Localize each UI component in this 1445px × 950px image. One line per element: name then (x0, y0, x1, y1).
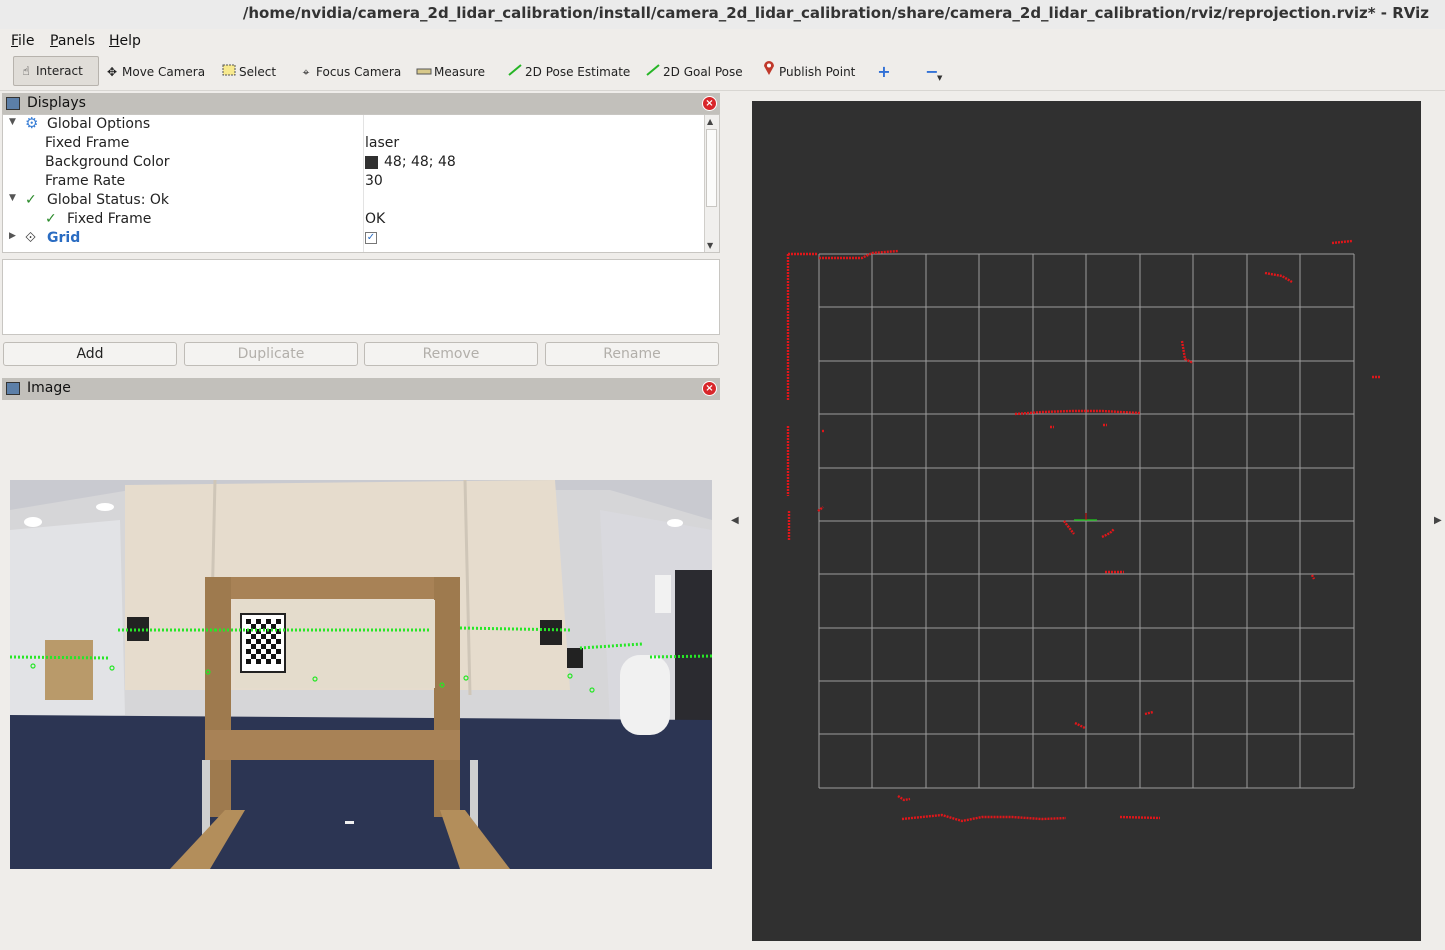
green-arrow-icon (507, 59, 523, 85)
duplicate-display-button[interactable]: Duplicate (184, 342, 358, 366)
scrollbar-thumb[interactable] (706, 129, 717, 207)
property-description-box (2, 259, 720, 335)
grid-icon: ⟐ (25, 230, 37, 246)
monitor-icon (6, 97, 20, 110)
checkmark-icon: ✓ (25, 192, 37, 208)
select-box-icon (221, 59, 237, 85)
scroll-up-arrow-icon[interactable]: ▲ (707, 117, 713, 126)
image-panel-header: Image × (2, 378, 720, 400)
image-icon (6, 382, 20, 395)
tree-row-status-fixed-frame[interactable]: ✓ Fixed Frame OK (3, 210, 706, 229)
move-icon: ✥ (106, 65, 118, 79)
tree-row-global-options[interactable]: ▼ ⚙ Global Options (3, 115, 706, 134)
goal-pose-tool-button[interactable]: 2D Goal Pose (641, 59, 749, 85)
expand-arrow-icon[interactable]: ▼ (9, 193, 16, 203)
tree-row-global-status[interactable]: ▼ ✓ Global Status: Ok (3, 191, 706, 210)
ruler-icon (416, 59, 432, 85)
plus-icon: + (877, 62, 891, 81)
displays-panel-header: Displays × (2, 93, 720, 115)
remove-display-button[interactable]: Remove (364, 342, 538, 366)
close-icon[interactable]: × (702, 381, 717, 396)
window-title: /home/nvidia/camera_2d_lidar_calibration… (242, 4, 1429, 22)
tools-toolbar: ☝ Interact ✥ Move Camera Select ⌖ Focus Cam… (0, 53, 1445, 91)
move-camera-tool-button[interactable]: ✥ Move Camera (100, 59, 211, 85)
add-display-button[interactable]: Add (3, 342, 177, 366)
gear-icon: ⚙ (25, 114, 39, 132)
tree-row-fixed-frame[interactable]: Fixed Frame laser (3, 134, 706, 153)
focus-camera-tool-button[interactable]: ⌖ Focus Camera (294, 59, 407, 85)
remove-tool-button[interactable]: − ▼ (920, 59, 948, 85)
pose-estimate-tool-button[interactable]: 2D Pose Estimate (503, 59, 636, 85)
displays-scrollbar[interactable]: ▲ ▼ (704, 115, 719, 252)
displays-panel-title: Displays (27, 95, 86, 111)
map-pin-icon (761, 59, 777, 85)
menu-panels[interactable]: Panels (50, 33, 95, 49)
window-titlebar: /home/nvidia/camera_2d_lidar_calibration… (0, 0, 1445, 29)
select-tool-button[interactable]: Select (217, 59, 282, 85)
close-icon[interactable]: × (702, 96, 717, 111)
collapsed-arrow-icon[interactable]: ▶ (9, 231, 16, 241)
collapse-left-arrow-icon[interactable]: ◀ (731, 515, 739, 526)
render-3d-view[interactable] (752, 101, 1421, 941)
hand-icon: ☝ (22, 64, 30, 78)
camera-image (10, 480, 712, 869)
tree-row-grid[interactable]: ▶ ⟐ Grid ✓ (3, 229, 706, 248)
checkmark-icon: ✓ (45, 211, 57, 227)
menu-help[interactable]: Help (109, 33, 141, 49)
interact-tool-button[interactable]: ☝ Interact (13, 56, 99, 86)
crosshair-icon: ⌖ (302, 65, 310, 79)
publish-point-tool-button[interactable]: Publish Point (757, 59, 861, 85)
measure-tool-button[interactable]: Measure (412, 59, 491, 85)
green-arrow-icon (645, 59, 661, 85)
tree-row-frame-rate[interactable]: Frame Rate 30 (3, 172, 706, 191)
collapse-right-arrow-icon[interactable]: ▶ (1434, 515, 1442, 526)
scroll-down-arrow-icon[interactable]: ▼ (707, 241, 713, 250)
add-tool-button[interactable]: + (872, 59, 900, 85)
dropdown-arrow-icon: ▼ (937, 74, 943, 82)
menubar: File Panels Help (0, 29, 1445, 53)
color-swatch[interactable] (365, 156, 378, 169)
image-panel-title: Image (27, 380, 71, 396)
menu-file[interactable]: File (11, 33, 34, 49)
tree-row-background-color[interactable]: Background Color 48; 48; 48 (3, 153, 706, 172)
grid-enabled-checkbox[interactable]: ✓ (365, 232, 377, 244)
expand-arrow-icon[interactable]: ▼ (9, 117, 16, 127)
displays-tree: ▼ ⚙ Global Options Fixed Frame laser Bac… (2, 114, 720, 253)
rename-display-button[interactable]: Rename (545, 342, 719, 366)
